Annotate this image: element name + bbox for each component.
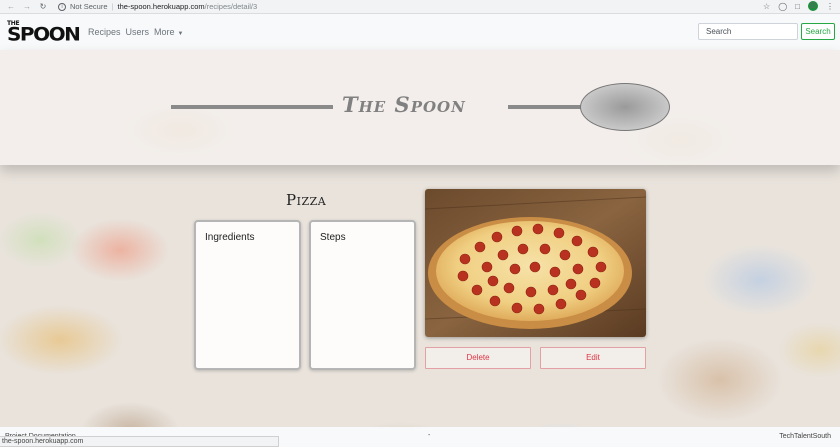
url-separator: |	[111, 2, 114, 11]
steps-heading: Steps	[320, 232, 346, 243]
logo-big-text: SPOON	[7, 22, 81, 46]
steps-card: Steps	[309, 220, 416, 370]
spoon-handle-left	[171, 105, 333, 109]
back-arrow-icon[interactable]: ←	[6, 2, 16, 11]
caret-down-icon: ▼	[177, 31, 184, 37]
hero-title: The Spoon	[342, 92, 466, 117]
recipe-image	[425, 189, 646, 337]
url-path[interactable]: /recipes/detail/3	[205, 2, 258, 11]
extension-icon[interactable]: ◯	[778, 2, 787, 11]
pizza-photo	[425, 189, 646, 337]
nav-links: Recipes Users More ▼	[88, 27, 184, 37]
spoon-handle-right	[508, 105, 582, 109]
bookmark-star-icon[interactable]: ☆	[763, 2, 770, 11]
nav-link-recipes[interactable]: Recipes	[88, 27, 121, 37]
browser-menu-icon[interactable]: ⋮	[826, 2, 834, 11]
security-label: Not Secure	[70, 2, 108, 11]
nav-dropdown-more[interactable]: More ▼	[154, 27, 183, 37]
edit-button[interactable]: Edit	[540, 347, 646, 369]
info-icon[interactable]: i	[58, 2, 66, 11]
delete-button[interactable]: Delete	[425, 347, 531, 369]
brand-logo[interactable]: THE SPOON	[7, 20, 81, 46]
browser-actions: ☆ ◯ □ B ⋮	[763, 1, 834, 11]
nav-dropdown-more-label: More	[154, 27, 175, 37]
footer-credit: TechTalentSouth	[779, 433, 831, 440]
footer-separator: -	[428, 432, 431, 439]
reload-icon[interactable]: ↻	[38, 2, 48, 11]
search-button[interactable]: Search	[801, 23, 835, 40]
extension-box-icon[interactable]: □	[795, 2, 800, 11]
browser-toolbar: ← → ↻ i Not Secure | the-spoon.herokuapp…	[0, 0, 840, 14]
forward-arrow-icon[interactable]: →	[22, 2, 32, 11]
profile-avatar[interactable]: B	[808, 1, 818, 11]
ingredients-heading: Ingredients	[205, 232, 255, 243]
hero-banner: The Spoon	[0, 50, 840, 165]
search-input[interactable]	[698, 23, 798, 40]
spoon-bowl-icon	[580, 83, 670, 131]
site-navbar: THE SPOON Recipes Users More ▼ Search	[0, 14, 840, 50]
ingredients-card: Ingredients	[194, 220, 301, 370]
nav-link-users[interactable]: Users	[126, 27, 150, 37]
recipe-title: Pizza	[286, 191, 327, 209]
url-host[interactable]: the-spoon.herokuapp.com	[117, 2, 204, 11]
status-bar-url: the-spoon.herokuapp.com	[0, 436, 279, 447]
